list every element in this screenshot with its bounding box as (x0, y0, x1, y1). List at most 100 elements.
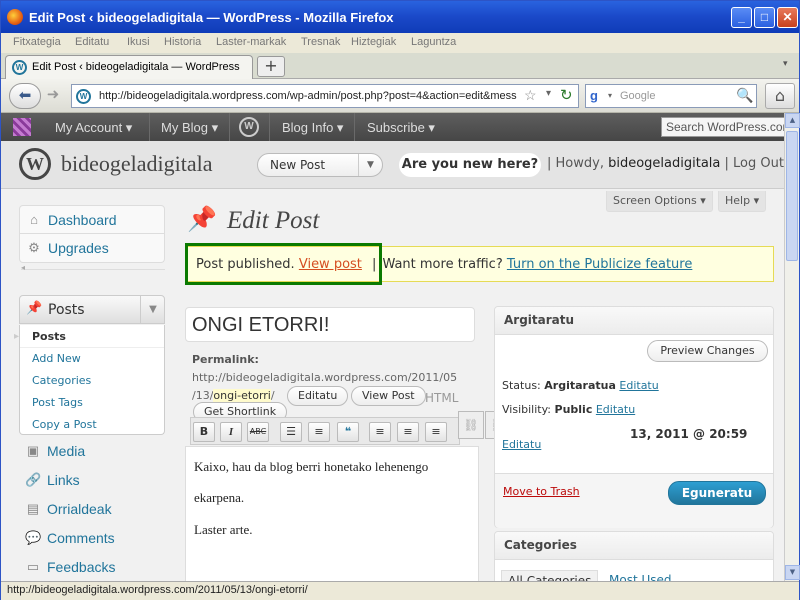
menu-view[interactable]: Ikusi (127, 36, 150, 48)
maximize-button[interactable]: □ (754, 7, 775, 28)
new-tab-button[interactable]: + (257, 56, 285, 77)
post-editor[interactable]: Kaixo, hau da blog berri honetako lehene… (185, 446, 479, 581)
menu-edit[interactable]: Editatu (75, 36, 109, 48)
new-here-button[interactable]: Are you new here? (399, 153, 541, 177)
sidebar-item-upgrades[interactable]: ⚙ Upgrades (19, 234, 165, 263)
italic-button[interactable]: I (220, 422, 242, 442)
menu-bookmarks[interactable]: Laster-markak (216, 36, 286, 48)
bullet-list-icon[interactable]: ☰ (280, 422, 302, 442)
view-post-button[interactable]: View Post (351, 386, 426, 406)
minimize-button[interactable]: _ (731, 7, 752, 28)
edit-status-link[interactable]: Editatu (619, 379, 658, 392)
menu-history[interactable]: Historia (164, 36, 201, 48)
edit-visibility-link[interactable]: Editatu (596, 403, 635, 416)
title-bar: Edit Post ‹ bideogeladigitala — WordPres… (1, 1, 799, 33)
scroll-up-icon[interactable]: ▲ (785, 113, 800, 128)
browser-tab[interactable]: W Edit Post ‹ bideogeladigitala — WordPr… (5, 55, 253, 79)
search-box[interactable]: g ▾ Google 🔍 (585, 84, 757, 108)
tab-list-icon[interactable]: ▾ (783, 59, 788, 69)
avatar[interactable] (13, 118, 31, 136)
sidebar-item-links[interactable]: 🔗 Links (19, 466, 165, 495)
blog-info-menu[interactable]: Blog Info ▾ (282, 120, 343, 136)
feedback-icon: ▭ (26, 559, 40, 574)
my-blog-menu[interactable]: My Blog ▾ (161, 120, 218, 136)
menu-help[interactable]: Laguntza (411, 36, 456, 48)
scroll-thumb[interactable] (786, 131, 798, 261)
blockquote-icon[interactable]: ❝ (337, 422, 359, 442)
engine-dropdown-icon[interactable]: ▾ (608, 91, 612, 100)
user-link[interactable]: bideogeladigitala (608, 156, 720, 171)
align-left-icon[interactable]: ≡ (369, 422, 391, 442)
content-line: Kaixo, hau da blog berri honetako lehene… (194, 459, 429, 474)
strikethrough-button[interactable]: ABC (247, 422, 269, 442)
sidebar-item-dashboard[interactable]: ⌂ Dashboard (19, 205, 165, 234)
my-account-menu[interactable]: My Account ▾ (55, 120, 132, 136)
insert-link-icon[interactable]: ⛓ (458, 411, 484, 439)
move-to-trash-link[interactable]: Move to Trash (503, 485, 580, 498)
sidebar-item-pages[interactable]: ▤ Orrialdeak (19, 495, 165, 524)
tab-title: Edit Post ‹ bideogeladigitala — WordPres… (32, 61, 240, 73)
navigation-bar: ⬅ ➜ W http://bideogeladigitala.wordpress… (1, 79, 799, 113)
update-button[interactable]: Eguneratu (668, 481, 766, 505)
publicize-link[interactable]: Turn on the Publicize feature (507, 257, 692, 272)
help-button[interactable]: Help ▾ (718, 191, 767, 212)
tab-most-used[interactable]: Most Used (609, 573, 672, 581)
edit-permalink-button[interactable]: Editatu (287, 386, 349, 406)
firefox-icon (7, 9, 23, 25)
html-tab[interactable]: HTML (425, 391, 458, 405)
submenu-posts[interactable]: Posts (32, 330, 66, 343)
permalink-slug[interactable]: ongi-etorri (213, 389, 271, 402)
align-right-icon[interactable]: ≡ (425, 422, 447, 442)
publish-box-title: Argitaratu (495, 307, 773, 335)
screen-options-button[interactable]: Screen Options ▾ (606, 191, 713, 212)
page-title: Edit Post (227, 207, 320, 234)
menu-dictionaries[interactable]: Hiztegiak (351, 36, 396, 48)
forward-button[interactable]: ➜ (41, 83, 65, 109)
site-identity-icon: W (76, 89, 91, 104)
sidebar-item-posts[interactable]: 📌 Posts ▼ (19, 295, 165, 324)
view-post-link[interactable]: View post (299, 257, 362, 272)
new-post-button[interactable]: New Post ▼ (257, 153, 383, 177)
site-title[interactable]: bideogeladigitala (61, 151, 213, 177)
google-icon: g (590, 88, 598, 103)
scroll-down-icon[interactable]: ▼ (785, 565, 800, 580)
wordpress-search-input[interactable]: Search WordPress.com (661, 117, 784, 137)
collapse-menu-icon[interactable]: ◂ (21, 263, 25, 272)
preview-changes-button[interactable]: Preview Changes (647, 340, 768, 362)
sidebar-item-media[interactable]: ▣ Media (19, 437, 165, 466)
home-button[interactable]: ⌂ (765, 83, 795, 109)
logout-link[interactable]: | Log Out (725, 156, 784, 171)
subscribe-menu[interactable]: Subscribe ▾ (367, 120, 435, 136)
bookmark-star-icon[interactable]: ☆ (524, 87, 537, 104)
url-dropdown-icon[interactable]: ▾ (546, 88, 551, 99)
post-title-input[interactable]: ONGI ETORRI! (185, 307, 475, 342)
submenu-add-new[interactable]: Add New (32, 352, 81, 365)
chevron-down-icon[interactable]: ▼ (358, 154, 382, 176)
submenu-categories[interactable]: Categories (32, 374, 91, 387)
tab-all-categories[interactable]: All Categories (501, 570, 599, 581)
published-notice: Post published. View post | Want more tra… (185, 243, 774, 285)
wordpress-favicon-icon: W (12, 60, 27, 75)
status-text: http://bideogeladigitala.wordpress.com/2… (7, 584, 308, 596)
submenu-post-tags[interactable]: Post Tags (32, 396, 83, 409)
wordpress-logo-icon[interactable]: W (239, 117, 259, 137)
align-center-icon[interactable]: ≡ (397, 422, 419, 442)
reload-icon[interactable]: ↻ (560, 86, 573, 104)
url-bar[interactable]: W http://bideogeladigitala.wordpress.com… (71, 84, 579, 108)
numbered-list-icon[interactable]: ≡ (308, 422, 330, 442)
vertical-scrollbar[interactable]: ▲ ▼ (784, 113, 800, 581)
publish-date: 13, 2011 @ 20:59 (630, 427, 748, 441)
menu-file[interactable]: Fitxategia (13, 36, 61, 48)
bold-button[interactable]: B (193, 422, 215, 442)
sidebar-item-comments[interactable]: 💬 Comments (19, 524, 165, 553)
sidebar-item-feedbacks[interactable]: ▭ Feedbacks (19, 553, 165, 581)
search-icon[interactable]: 🔍 (736, 87, 753, 104)
close-button[interactable]: ✕ (777, 7, 798, 28)
chevron-down-icon[interactable]: ▼ (140, 296, 165, 323)
submenu-copy-post[interactable]: Copy a Post (32, 418, 97, 431)
editor-toolbar: B I ABC ☰ ≡ ❝ ≡ ≡ ≡ (190, 417, 460, 445)
edit-date-link[interactable]: Editatu (502, 438, 541, 451)
back-button[interactable]: ⬅ (9, 83, 41, 109)
pushpin-icon: 📌 (26, 301, 43, 316)
menu-tools[interactable]: Tresnak (301, 36, 340, 48)
